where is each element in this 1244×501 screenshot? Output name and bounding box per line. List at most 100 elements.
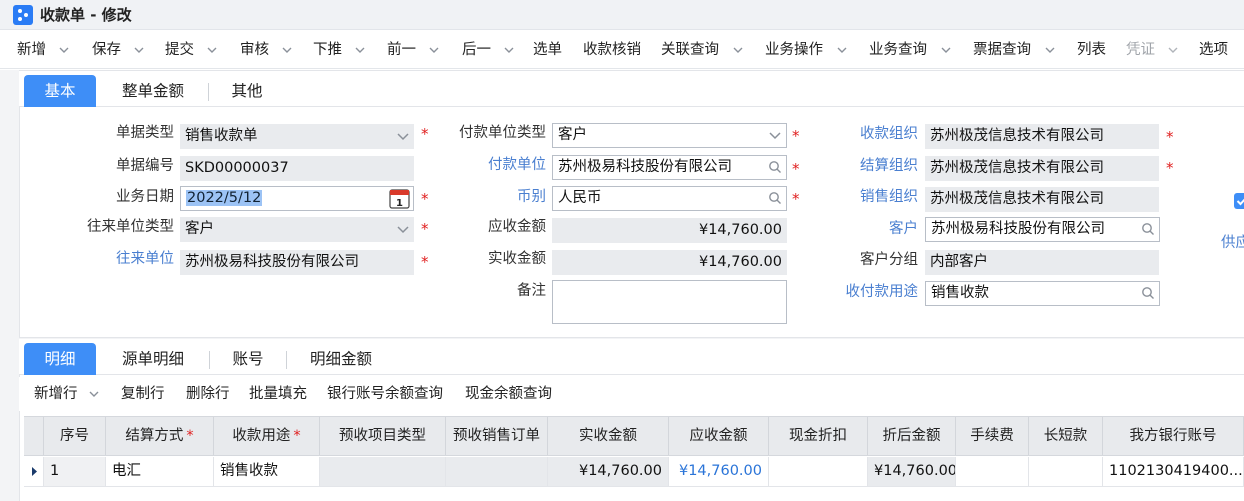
chevron-down-icon[interactable] [282,45,292,55]
chevron-down-icon[interactable] [59,45,69,55]
contact-unit-field[interactable]: 苏州极易科技股份有限公司 [180,250,414,275]
currency-input[interactable]: 人民币 [552,186,787,211]
tab-account[interactable]: 账号 [219,343,277,375]
table-cell[interactable]: ¥14,760.00 [548,457,669,486]
bill-type-select[interactable]: 销售收款单 [180,124,414,149]
table-cell[interactable] [446,457,548,486]
detail-toolbar-item[interactable]: 批量填充 [249,377,307,411]
search-icon[interactable] [768,191,782,205]
search-icon[interactable] [768,160,782,174]
toolbar-item[interactable]: 提交 [165,31,194,69]
chevron-down-icon[interactable] [429,45,439,55]
toolbar-item[interactable]: 业务操作 [765,31,823,69]
column-header[interactable]: 收款用途 * [214,417,320,455]
table-row[interactable]: 1 电汇 销售收款 ¥14,760.00 ¥14,760.00 ¥14,760.00 110… [24,457,1244,487]
purpose-input[interactable]: 销售收款 [925,281,1160,306]
toolbar-item[interactable]: 审核 [240,31,269,69]
toolbar-item[interactable]: 业务查询 [869,31,927,69]
chevron-down-icon[interactable] [837,45,847,55]
tab-other[interactable]: 其他 [219,75,275,107]
detail-toolbar-item[interactable]: 银行账号余额查询 [327,377,443,411]
chevron-down-icon[interactable] [396,129,410,143]
toolbar-item[interactable]: 凭证 [1126,31,1155,69]
toolbar-item[interactable]: 选单 [533,31,562,69]
detail-toolbar-item[interactable]: 现金余额查询 [465,377,552,411]
tab-basic[interactable]: 基本 [24,75,96,107]
column-header[interactable]: 实收金额 [548,417,669,455]
chevron-down-icon[interactable] [941,45,951,55]
column-header[interactable]: 序号 [44,417,106,455]
detail-toolbar-item[interactable]: 复制行 [121,377,165,411]
recv-org-field[interactable]: 苏州极茂信息技术有限公司 [925,124,1159,149]
chevron-down-icon[interactable] [1045,45,1055,55]
table-cell[interactable]: 1102130419400... [1103,457,1244,486]
required-mark: * [792,127,800,145]
purpose-label[interactable]: 收付款用途 [800,281,919,303]
biz-date-input[interactable]: 2022/5/12 [180,186,414,211]
payer-type-select[interactable]: 客户 [552,123,787,148]
column-header[interactable]: 我方银行账号 [1103,417,1244,455]
tab-detail-amount[interactable]: 明细金额 [297,343,385,375]
contact-unit-label[interactable]: 往来单位 [60,248,174,270]
chevron-down-icon[interactable] [134,45,144,55]
remark-textarea[interactable] [552,280,787,324]
toolbar-item[interactable]: 下推 [313,31,342,69]
search-icon[interactable] [1141,222,1155,236]
chevron-down-icon[interactable] [1168,45,1178,55]
chevron-down-icon[interactable] [355,45,365,55]
column-header[interactable]: 结算方式 * [106,417,214,455]
recv-org-label[interactable]: 收款组织 [800,123,918,145]
column-header[interactable]: 现金折扣 [769,417,868,455]
chevron-down-icon[interactable] [768,128,782,142]
currency-label[interactable]: 币别 [430,186,546,208]
column-header[interactable]: 手续费 [956,417,1029,455]
checkbox-checked[interactable] [1234,193,1244,209]
tab-detail[interactable]: 明细 [24,343,96,375]
table-cell[interactable] [320,457,446,486]
table-cell[interactable]: 1 [44,457,106,486]
settle-org-label[interactable]: 结算组织 [800,155,918,177]
calendar-icon[interactable]: 1 [389,189,410,209]
column-header[interactable]: 折后金额 [868,417,956,455]
column-header[interactable]: 预收项目类型 [320,417,446,455]
settle-org-field[interactable]: 苏州极茂信息技术有限公司 [925,156,1159,181]
toolbar-item[interactable]: 选项 [1199,31,1228,69]
table-cell[interactable] [1029,457,1103,486]
table-cell[interactable] [956,457,1029,486]
table-cell[interactable]: 电汇 [106,457,214,486]
chevron-down-icon[interactable] [396,222,410,236]
toolbar-item[interactable]: 关联查询 [661,31,719,69]
table-cell[interactable] [769,457,868,486]
tab-order-amount[interactable]: 整单金额 [109,75,197,107]
toolbar-item[interactable]: 新增 [17,31,46,69]
chevron-down-icon[interactable] [89,389,99,399]
payer-label[interactable]: 付款单位 [430,154,546,176]
chevron-down-icon[interactable] [207,45,217,55]
contact-type-select[interactable]: 客户 [180,217,414,242]
column-header[interactable]: 长短款 [1029,417,1103,455]
detail-toolbar-item[interactable]: 新增行 [34,377,78,411]
table-cell[interactable]: ¥14,760.00 [669,457,769,486]
toolbar-item[interactable]: 收款核销 [583,31,641,69]
toolbar-item[interactable]: 前一 [387,31,416,69]
toolbar-item[interactable]: 列表 [1077,31,1106,69]
payer-input[interactable]: 苏州极易科技股份有限公司 [552,155,787,180]
sales-org-field[interactable]: 苏州极茂信息技术有限公司 [925,187,1159,212]
tab-source-detail[interactable]: 源单明细 [109,343,197,375]
toolbar-item[interactable]: 票据查询 [973,31,1031,69]
toolbar-item[interactable]: 保存 [92,31,121,69]
bill-no-field[interactable]: SKD00000037 [180,156,414,181]
sales-org-label[interactable]: 销售组织 [800,186,918,208]
customer-input[interactable]: 苏州极易科技股份有限公司 [925,217,1160,242]
chevron-down-icon[interactable] [504,45,514,55]
search-icon[interactable] [1141,286,1155,300]
column-header[interactable]: 应收金额 [669,417,769,455]
detail-toolbar-item[interactable]: 删除行 [186,377,230,411]
chevron-down-icon[interactable] [733,45,743,55]
table-cell[interactable]: ¥14,760.00 [868,457,956,486]
toolbar-item[interactable]: 后一 [462,31,491,69]
supplier-label-partial[interactable]: 供应 [1221,232,1244,254]
table-cell[interactable]: 销售收款 [214,457,320,486]
customer-label[interactable]: 客户 [800,218,918,240]
column-header[interactable]: 预收销售订单 [446,417,548,455]
